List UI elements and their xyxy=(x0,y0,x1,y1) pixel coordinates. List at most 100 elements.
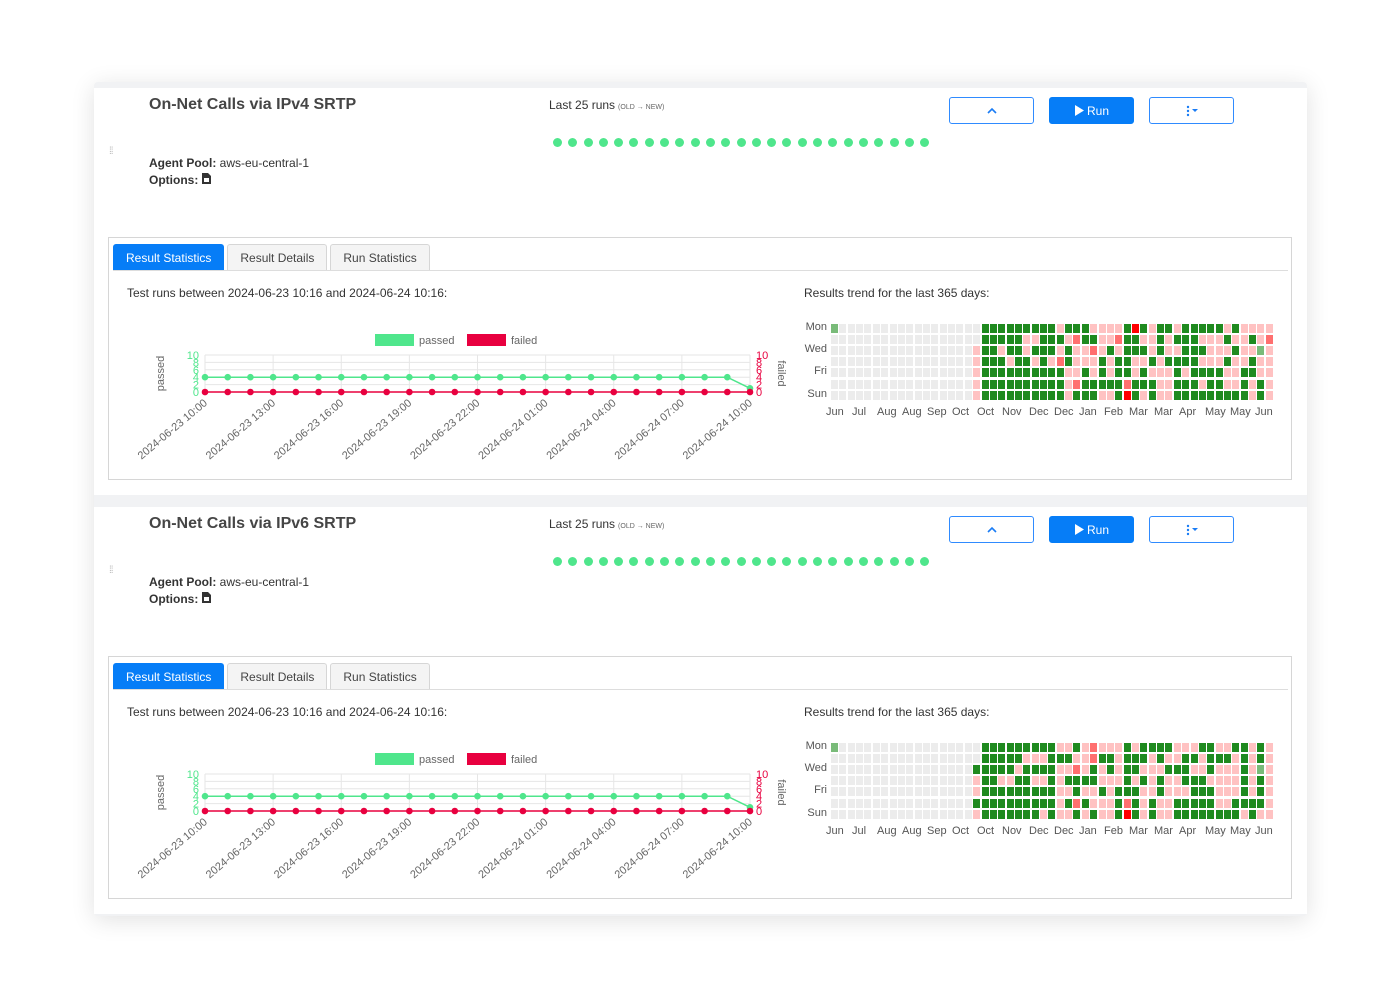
heatmap-cell[interactable] xyxy=(1165,765,1173,775)
heatmap-cell[interactable] xyxy=(897,379,905,389)
heatmap-cell[interactable] xyxy=(1173,787,1181,797)
heatmap-cell[interactable] xyxy=(1106,809,1114,819)
heatmap-cell[interactable] xyxy=(889,765,897,775)
heatmap-cell[interactable] xyxy=(1182,743,1190,752)
heatmap-cell[interactable] xyxy=(864,390,872,400)
heatmap-cell[interactable] xyxy=(889,346,897,356)
heatmap-cell[interactable] xyxy=(839,787,847,797)
heatmap-cell[interactable] xyxy=(897,390,905,400)
heatmap-cell[interactable] xyxy=(872,787,880,797)
heatmap-cell[interactable] xyxy=(1040,776,1047,786)
heatmap-cell[interactable] xyxy=(998,368,1006,378)
heatmap-cell[interactable] xyxy=(931,357,939,367)
heatmap-cell[interactable] xyxy=(973,765,981,775)
run-status-dot[interactable] xyxy=(721,557,731,566)
heatmap-cell[interactable] xyxy=(906,390,914,400)
heatmap-cell[interactable] xyxy=(872,390,880,400)
heatmap-cell[interactable] xyxy=(1098,335,1106,345)
heatmap-cell[interactable] xyxy=(1265,368,1273,378)
heatmap-cell[interactable] xyxy=(981,754,989,764)
heatmap-cell[interactable] xyxy=(1123,346,1131,356)
heatmap-cell[interactable] xyxy=(1223,379,1231,389)
heatmap-cell[interactable] xyxy=(923,324,930,333)
heatmap-cell[interactable] xyxy=(1198,798,1206,808)
run-status-dot[interactable] xyxy=(843,557,853,566)
heatmap-cell[interactable] xyxy=(1190,390,1198,400)
heatmap-cell[interactable] xyxy=(856,787,864,797)
heatmap-cell[interactable] xyxy=(1190,324,1198,333)
heatmap-cell[interactable] xyxy=(906,798,914,808)
heatmap-cell[interactable] xyxy=(839,335,847,345)
heatmap-cell[interactable] xyxy=(1014,324,1022,333)
heatmap-cell[interactable] xyxy=(1140,324,1148,333)
heatmap-cell[interactable] xyxy=(1031,787,1039,797)
heatmap-cell[interactable] xyxy=(1215,754,1223,764)
heatmap-cell[interactable] xyxy=(1115,357,1123,367)
heatmap-cell[interactable] xyxy=(989,809,997,819)
heatmap-cell[interactable] xyxy=(914,809,922,819)
heatmap-cell[interactable] xyxy=(1198,379,1206,389)
heatmap-cell[interactable] xyxy=(897,787,905,797)
heatmap-cell[interactable] xyxy=(1090,379,1098,389)
heatmap-cell[interactable] xyxy=(1006,324,1014,333)
heatmap-cell[interactable] xyxy=(872,324,880,333)
heatmap-cell[interactable] xyxy=(1006,743,1014,752)
heatmap-cell[interactable] xyxy=(1249,776,1256,786)
heatmap-cell[interactable] xyxy=(881,765,889,775)
run-status-dot[interactable] xyxy=(629,557,639,566)
heatmap-cell[interactable] xyxy=(1040,765,1047,775)
run-status-dot[interactable] xyxy=(690,138,700,147)
heatmap-cell[interactable] xyxy=(864,379,872,389)
heatmap-cell[interactable] xyxy=(1240,335,1248,345)
heatmap-cell[interactable] xyxy=(872,335,880,345)
run-status-dot[interactable] xyxy=(874,557,884,566)
heatmap-cell[interactable] xyxy=(831,390,838,400)
heatmap-cell[interactable] xyxy=(939,357,947,367)
heatmap-cell[interactable] xyxy=(1106,346,1114,356)
run-button[interactable]: Run xyxy=(1049,97,1134,124)
heatmap-cell[interactable] xyxy=(1215,357,1223,367)
heatmap-cell[interactable] xyxy=(1232,776,1240,786)
heatmap-cell[interactable] xyxy=(889,743,897,752)
heatmap-cell[interactable] xyxy=(839,357,847,367)
heatmap-cell[interactable] xyxy=(1115,324,1123,333)
heatmap-cell[interactable] xyxy=(1115,346,1123,356)
tab-result-statistics[interactable]: Result Statistics xyxy=(113,663,225,690)
test-title[interactable]: On-Net Calls via IPv4 SRTP xyxy=(149,96,356,114)
heatmap-cell[interactable] xyxy=(864,776,872,786)
heatmap-cell[interactable] xyxy=(856,776,864,786)
heatmap-cell[interactable] xyxy=(1240,324,1248,333)
heatmap-cell[interactable] xyxy=(1106,787,1114,797)
heatmap-cell[interactable] xyxy=(1140,809,1148,819)
heatmap-cell[interactable] xyxy=(856,324,864,333)
heatmap-cell[interactable] xyxy=(1190,776,1198,786)
heatmap-cell[interactable] xyxy=(1207,379,1215,389)
heatmap-cell[interactable] xyxy=(1148,787,1156,797)
heatmap-cell[interactable] xyxy=(1040,390,1047,400)
heatmap-cell[interactable] xyxy=(948,776,955,786)
heatmap-cell[interactable] xyxy=(856,390,864,400)
heatmap-cell[interactable] xyxy=(906,346,914,356)
heatmap-cell[interactable] xyxy=(1098,324,1106,333)
heatmap-cell[interactable] xyxy=(1182,787,1190,797)
heatmap-cell[interactable] xyxy=(1148,390,1156,400)
heatmap-cell[interactable] xyxy=(923,357,930,367)
heatmap-cell[interactable] xyxy=(1165,357,1173,367)
heatmap-cell[interactable] xyxy=(1232,379,1240,389)
heatmap-cell[interactable] xyxy=(1157,346,1164,356)
heatmap-cell[interactable] xyxy=(889,787,897,797)
heatmap-cell[interactable] xyxy=(1190,743,1198,752)
heatmap-cell[interactable] xyxy=(1173,776,1181,786)
heatmap-cell[interactable] xyxy=(1257,357,1265,367)
heatmap-cell[interactable] xyxy=(1031,368,1039,378)
heatmap-cell[interactable] xyxy=(964,324,972,333)
heatmap-cell[interactable] xyxy=(956,379,964,389)
heatmap-cell[interactable] xyxy=(1207,324,1215,333)
collapse-button[interactable] xyxy=(949,97,1034,124)
heatmap-cell[interactable] xyxy=(914,379,922,389)
heatmap-cell[interactable] xyxy=(897,335,905,345)
heatmap-cell[interactable] xyxy=(1056,798,1064,808)
heatmap-cell[interactable] xyxy=(973,390,981,400)
heatmap-cell[interactable] xyxy=(847,390,855,400)
heatmap-cell[interactable] xyxy=(831,787,838,797)
